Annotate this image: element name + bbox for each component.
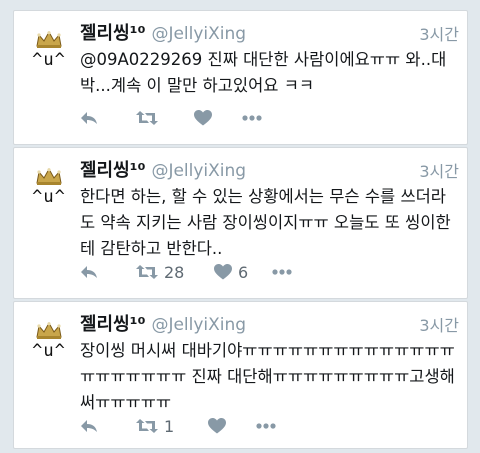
retweet-button[interactable]: 28 [136, 261, 184, 283]
heart-icon [214, 264, 232, 280]
tweet-actions [80, 107, 460, 129]
tweet-card[interactable]: ^u^ 젤리씽¹⁰ @JellyiXing 3시간 @09A0229269 진짜 … [13, 10, 468, 145]
tweet-card[interactable]: ^u^ 젤리씽¹⁰ @JellyiXing 3시간 장이씽 머시써 대바기야ㅠㅠㅠ… [13, 301, 468, 449]
retweet-button[interactable] [136, 107, 164, 129]
retweet-icon [136, 419, 158, 433]
reply-icon [81, 266, 97, 278]
tweet-actions: 1 [80, 415, 460, 437]
tweet-text: 한다면 하는, 할 수 있는 상황에서는 무슨 수를 쓰더라도 약속 지키는 사… [80, 187, 451, 258]
like-button[interactable]: 6 [214, 261, 248, 283]
crown-icon [36, 31, 62, 48]
tweet-actions: 28 6 [80, 261, 460, 283]
avatar[interactable]: ^u^ [24, 318, 74, 368]
tweet-card[interactable]: ^u^ 젤리씽¹⁰ @JellyiXing 3시간 한다면 하는, 할 수 있는 … [13, 147, 468, 299]
more-button[interactable] [256, 415, 276, 437]
handle[interactable]: @JellyiXing [151, 24, 246, 44]
reply-button[interactable] [80, 415, 98, 437]
retweet-count: 1 [164, 416, 175, 436]
more-icon [256, 423, 276, 429]
display-name[interactable]: 젤리씽¹⁰ @JellyiXing [80, 156, 246, 182]
retweet-icon [136, 265, 158, 279]
display-name[interactable]: 젤리씽¹⁰ @JellyiXing [80, 310, 246, 336]
timestamp[interactable]: 3시간 [419, 158, 459, 182]
reply-icon [81, 112, 97, 124]
tweet-text: 장이씽 머시써 대바기야ㅠㅠㅠㅠㅠㅠㅠㅠㅠㅠㅠㅠㅠㅠㅠㅠㅠㅠㅠㅠㅠ 진짜 대단해… [80, 341, 455, 412]
avatar-face: ^u^ [32, 341, 66, 361]
avatar-face: ^u^ [32, 187, 66, 207]
reply-icon [81, 420, 97, 432]
retweet-count: 28 [164, 262, 185, 282]
handle[interactable]: @JellyiXing [151, 315, 246, 335]
timestamp[interactable]: 3시간 [419, 312, 459, 336]
more-button[interactable] [242, 107, 262, 129]
more-icon [272, 269, 292, 275]
timestamp[interactable]: 3시간 [419, 21, 459, 45]
heart-icon [194, 110, 212, 126]
avatar[interactable]: ^u^ [24, 27, 74, 77]
like-button[interactable] [194, 107, 218, 129]
more-button[interactable] [272, 261, 292, 283]
reply-button[interactable] [80, 107, 98, 129]
heart-icon [208, 418, 226, 434]
display-name[interactable]: 젤리씽¹⁰ @JellyiXing [80, 19, 246, 45]
crown-icon [36, 322, 62, 339]
retweet-button[interactable]: 1 [136, 415, 174, 437]
retweet-icon [136, 111, 158, 125]
avatar-face: ^u^ [32, 50, 66, 70]
like-button[interactable] [208, 415, 232, 437]
crown-icon [36, 168, 62, 185]
like-count: 6 [238, 262, 249, 282]
more-icon [242, 115, 262, 121]
handle[interactable]: @JellyiXing [151, 161, 246, 181]
avatar[interactable]: ^u^ [24, 164, 74, 214]
tweet-text: @09A0229269 진짜 대단한 사람이에요ㅠㅠ 와..대박...계속 이 … [80, 50, 447, 95]
reply-button[interactable] [80, 261, 98, 283]
